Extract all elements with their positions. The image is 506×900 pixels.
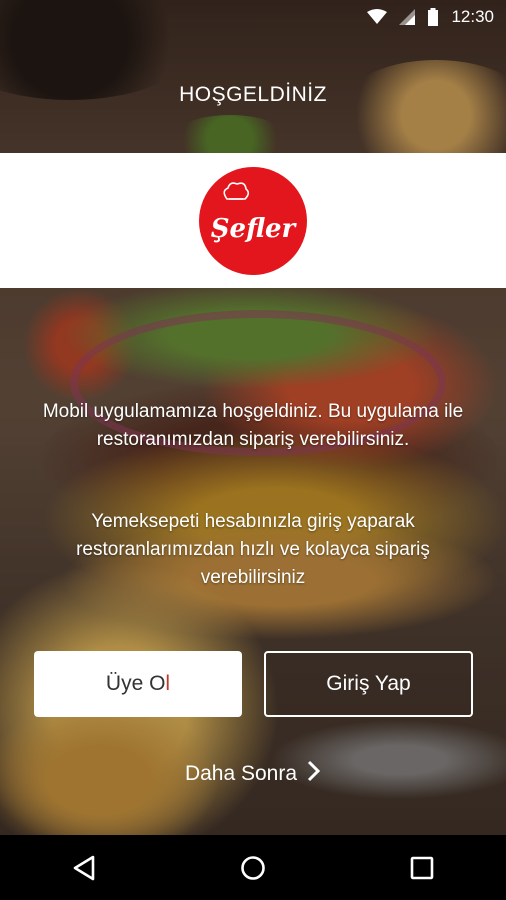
welcome-title: HOŞGELDİNİZ (179, 83, 327, 106)
later-link[interactable]: Daha Sonra (0, 760, 506, 788)
logo-text: Şefler (210, 213, 296, 244)
status-bar: 12:30 (0, 0, 506, 34)
welcome-screen: 12:30 HOŞGELDİNİZ Şefler Mobil uygulamam… (0, 0, 506, 900)
wifi-icon (367, 9, 388, 25)
signup-button[interactable]: Üye Ol (34, 651, 242, 717)
intro-message-1: Mobil uygulamamıza hoşgeldiniz. Bu uygul… (42, 401, 464, 450)
chevron-right-icon (307, 760, 321, 788)
battery-icon (427, 8, 439, 26)
login-button[interactable]: Giriş Yap (264, 651, 473, 717)
navigation-bar (0, 835, 506, 900)
later-label: Daha Sonra (184, 762, 298, 785)
clock: 12:30 (451, 7, 494, 26)
login-label: Giriş Yap (326, 672, 411, 695)
home-icon[interactable] (223, 843, 283, 893)
signup-label-accent: l (165, 672, 171, 695)
recents-icon[interactable] (392, 843, 452, 893)
back-icon[interactable] (54, 843, 114, 893)
intro-message-2: Yemeksepeti hesabınızla giriş yaparak re… (76, 511, 430, 588)
signal-icon (399, 9, 416, 25)
brand-logo: Şefler (199, 166, 307, 275)
signup-label: Üye O (105, 672, 166, 695)
logo-banner: Şefler (0, 153, 506, 288)
chef-hat-icon (223, 181, 250, 200)
